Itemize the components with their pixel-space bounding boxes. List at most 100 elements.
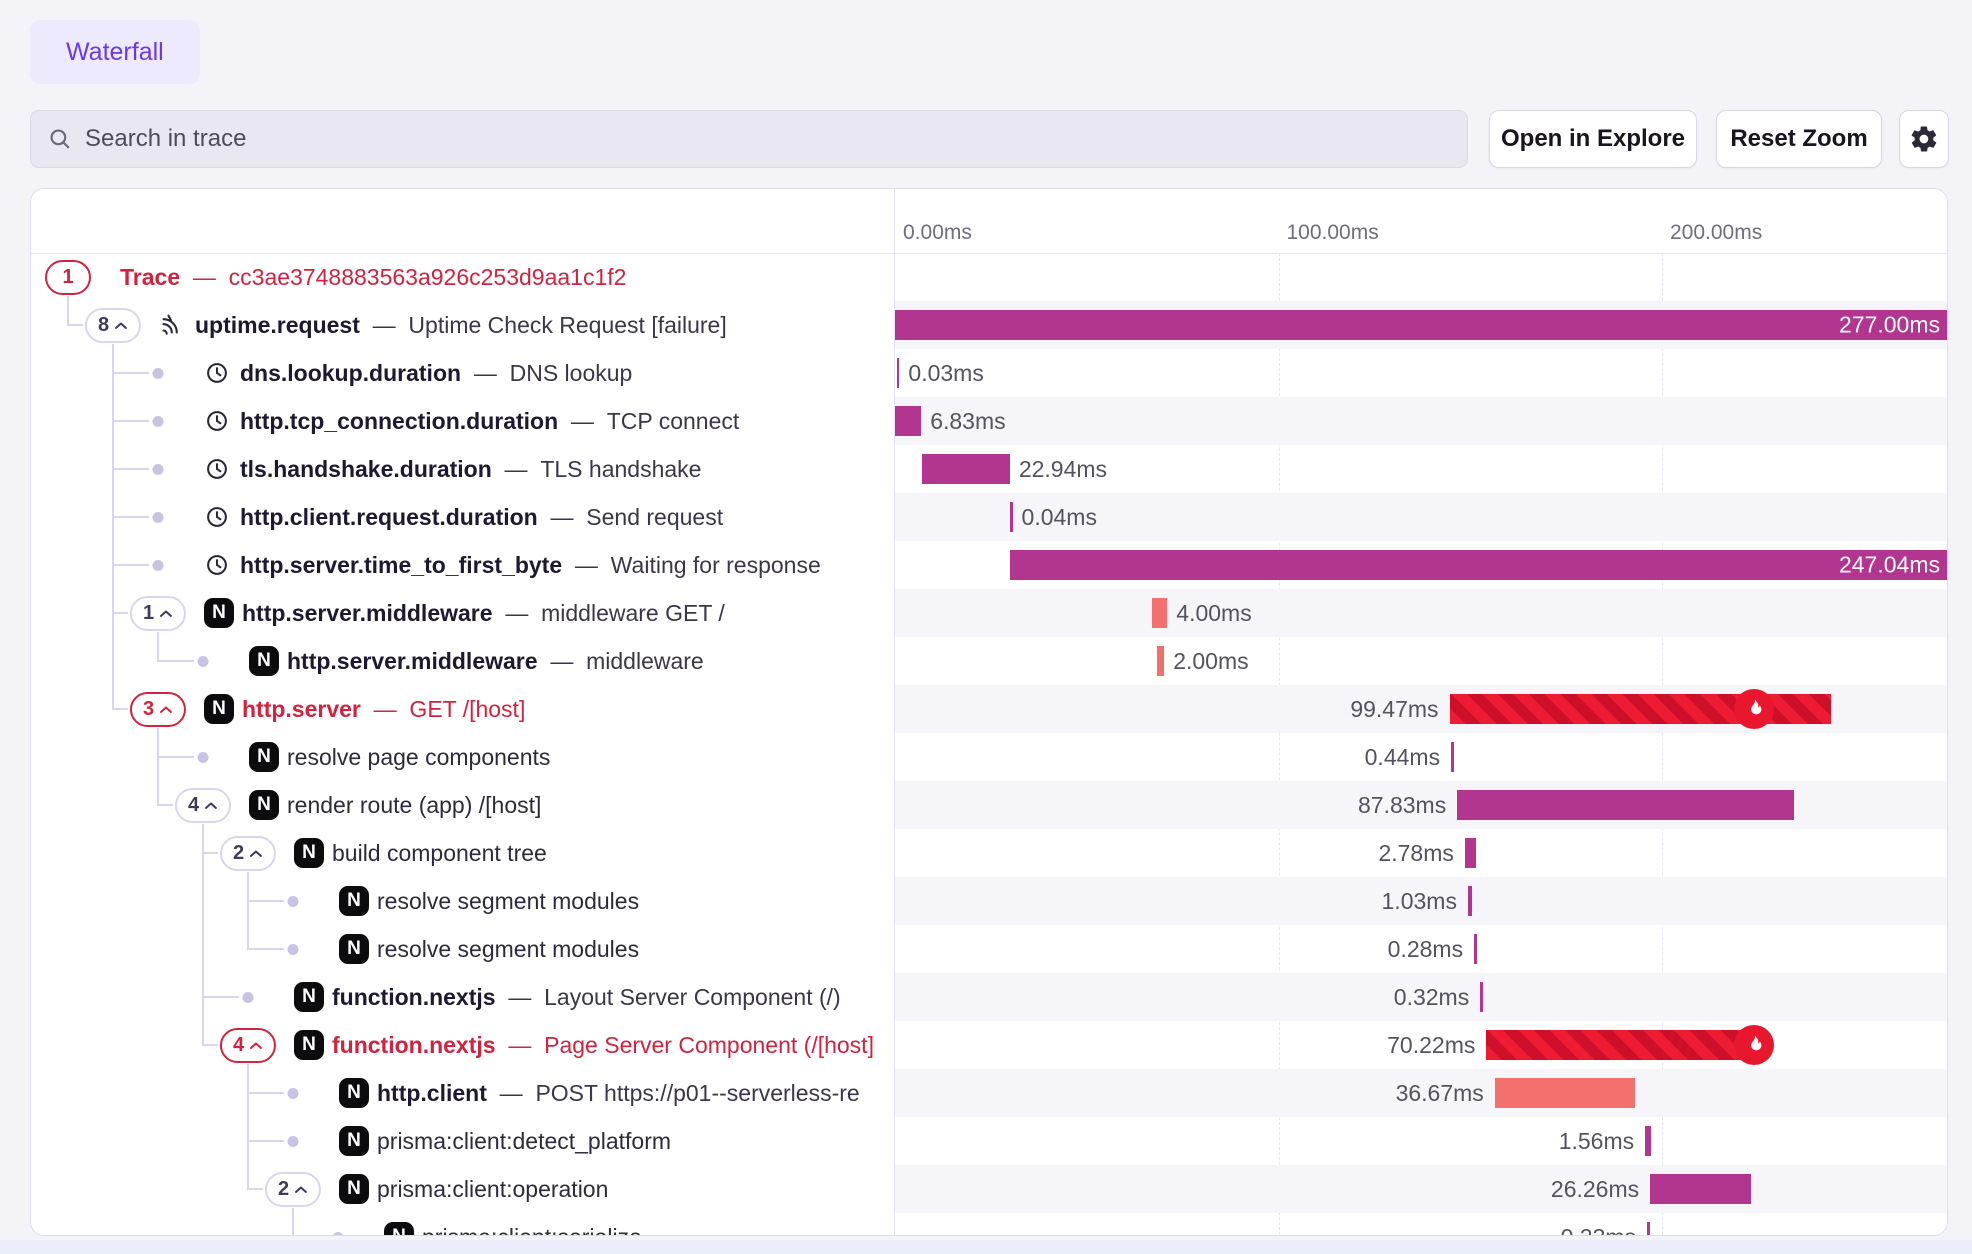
span-row[interactable]: 4Nfunction.nextjs — Page Server Componen… xyxy=(31,1021,894,1069)
span-duration-bar[interactable] xyxy=(1495,1078,1636,1108)
span-name: http.server.middleware — middleware xyxy=(287,637,704,685)
duration-clock-icon xyxy=(204,552,230,583)
reset-zoom-button[interactable]: Reset Zoom xyxy=(1716,110,1882,168)
sentry-uptime-icon xyxy=(159,312,185,343)
toolbar: Open in Explore Reset Zoom xyxy=(30,110,1948,168)
span-children-count-pill[interactable]: 2 xyxy=(220,836,276,871)
reset-zoom-label: Reset Zoom xyxy=(1730,125,1867,153)
span-name: http.client.request.duration — Send requ… xyxy=(240,493,723,541)
gear-icon xyxy=(1909,124,1939,154)
span-name: http.server.middleware — middleware GET … xyxy=(242,589,725,637)
span-children-count-pill[interactable]: 4 xyxy=(220,1028,276,1063)
span-children-count-pill[interactable]: 2 xyxy=(265,1172,321,1207)
span-children-count-pill[interactable]: 8 xyxy=(85,308,141,343)
span-name: http.server.time_to_first_byte — Waiting… xyxy=(240,541,821,589)
span-bullet-icon xyxy=(288,1136,299,1147)
span-row[interactable]: dns.lookup.duration — DNS lookup xyxy=(31,349,894,397)
chevron-up-icon xyxy=(114,321,128,330)
span-row[interactable]: http.server.time_to_first_byte — Waiting… xyxy=(31,541,894,589)
span-row[interactable]: tls.handshake.duration — TLS handshake xyxy=(31,445,894,493)
span-duration-bar[interactable] xyxy=(1157,646,1165,676)
span-name: http.server — GET /[host] xyxy=(242,685,525,733)
span-name: http.tcp_connection.duration — TCP conne… xyxy=(240,397,739,445)
timeline-row-stripe xyxy=(895,589,1947,637)
span-duration-bar[interactable] xyxy=(897,358,900,388)
nextjs-icon: N xyxy=(294,982,324,1012)
span-duration-bar[interactable] xyxy=(1152,598,1167,628)
span-duration-bar[interactable] xyxy=(1468,886,1472,916)
span-bullet-icon xyxy=(333,1232,344,1235)
span-row[interactable]: 1Nhttp.server.middleware — middleware GE… xyxy=(31,589,894,637)
span-duration-bar[interactable] xyxy=(1457,790,1794,820)
span-duration-bar[interactable] xyxy=(1465,838,1476,868)
search-input[interactable] xyxy=(85,125,1451,153)
children-count: 3 xyxy=(143,698,154,721)
span-name: render route (app) /[host] xyxy=(287,781,541,829)
span-row[interactable]: Nresolve segment modules xyxy=(31,925,894,973)
span-duration-bar[interactable] xyxy=(922,454,1010,484)
nextjs-icon: N xyxy=(249,742,279,772)
span-bullet-icon xyxy=(288,944,299,955)
span-name: Trace — cc3ae3748883563a926c253d9aa1c1f2 xyxy=(120,253,626,301)
span-duration-bar[interactable]: 247.04ms xyxy=(1010,550,1947,580)
span-row[interactable]: Nprisma:client:serialize xyxy=(31,1213,894,1235)
span-duration-bar[interactable] xyxy=(1010,502,1013,532)
timeline-row-stripe xyxy=(895,349,1947,397)
chevron-up-icon xyxy=(249,849,263,858)
duration-clock-icon xyxy=(204,360,230,391)
span-duration-bar[interactable] xyxy=(1451,742,1454,772)
span-row[interactable]: Nprisma:client:detect_platform xyxy=(31,1117,894,1165)
timeline-row-stripe xyxy=(895,397,1947,445)
span-row[interactable]: http.client.request.duration — Send requ… xyxy=(31,493,894,541)
tree-connector-line xyxy=(158,804,173,806)
span-row[interactable]: 8uptime.request — Uptime Check Request [… xyxy=(31,301,894,349)
open-in-explore-button[interactable]: Open in Explore xyxy=(1489,110,1697,168)
timeline-tick-label: 0.00ms xyxy=(903,221,972,245)
span-children-count-pill[interactable]: 1 xyxy=(130,596,186,631)
span-duration-bar[interactable] xyxy=(1645,1126,1651,1156)
nextjs-icon: N xyxy=(384,1222,414,1235)
open-in-explore-label: Open in Explore xyxy=(1501,125,1685,153)
span-row[interactable]: 3Nhttp.server — GET /[host] xyxy=(31,685,894,733)
bottom-strip xyxy=(0,1240,1972,1254)
settings-button[interactable] xyxy=(1899,110,1949,168)
duration-clock-icon xyxy=(204,408,230,439)
duration-label: 26.26ms xyxy=(1551,1165,1639,1213)
span-row[interactable]: http.tcp_connection.duration — TCP conne… xyxy=(31,397,894,445)
search-bar[interactable] xyxy=(30,110,1468,168)
span-duration-bar[interactable] xyxy=(1650,1174,1751,1204)
children-count: 2 xyxy=(278,1178,289,1201)
tree-connector-line xyxy=(157,632,159,662)
span-row[interactable]: Nfunction.nextjs — Layout Server Compone… xyxy=(31,973,894,1021)
span-duration-bar[interactable]: 277.00ms xyxy=(895,310,1947,340)
timeline-tick-label: 100.00ms xyxy=(1287,221,1379,245)
span-row[interactable]: 2Nbuild component tree xyxy=(31,829,894,877)
duration-label: 0.23ms xyxy=(1561,1213,1636,1235)
timeline-panel[interactable]: 0.00ms100.00ms200.00ms 277.00ms0.03ms6.8… xyxy=(895,189,1947,1235)
tree-connector-line xyxy=(158,660,194,662)
span-duration-bar[interactable] xyxy=(1486,1030,1755,1060)
tab-waterfall[interactable]: Waterfall xyxy=(30,20,200,84)
span-duration-bar[interactable] xyxy=(1480,982,1483,1012)
span-name: prisma:client:operation xyxy=(377,1165,608,1213)
tree-timeline-divider[interactable] xyxy=(894,189,895,1235)
span-row[interactable]: Nhttp.client — POST https://p01--serverl… xyxy=(31,1069,894,1117)
duration-label: 0.04ms xyxy=(1022,493,1097,541)
tree-connector-line xyxy=(247,1064,249,1190)
span-duration-bar[interactable] xyxy=(1647,1222,1650,1235)
nextjs-icon: N xyxy=(339,934,369,964)
span-children-count-pill[interactable]: 4 xyxy=(175,788,231,823)
span-children-count-pill[interactable]: 3 xyxy=(130,692,186,727)
span-duration-bar[interactable] xyxy=(1474,934,1477,964)
span-duration-bar[interactable] xyxy=(895,406,921,436)
span-row[interactable]: 2 Nprisma:client:operation xyxy=(31,1165,894,1213)
children-count: 1 xyxy=(62,266,73,289)
duration-label: 0.28ms xyxy=(1388,925,1463,973)
trace-row[interactable]: 1 Trace — cc3ae3748883563a926c253d9aa1c1f… xyxy=(31,253,894,301)
span-row[interactable]: Nresolve segment modules xyxy=(31,877,894,925)
span-children-count-pill[interactable]: 1 xyxy=(45,260,91,295)
duration-label: 0.03ms xyxy=(908,349,983,397)
nextjs-icon: N xyxy=(249,646,279,676)
tree-connector-line xyxy=(292,1208,294,1235)
nextjs-icon: N xyxy=(339,1174,369,1204)
